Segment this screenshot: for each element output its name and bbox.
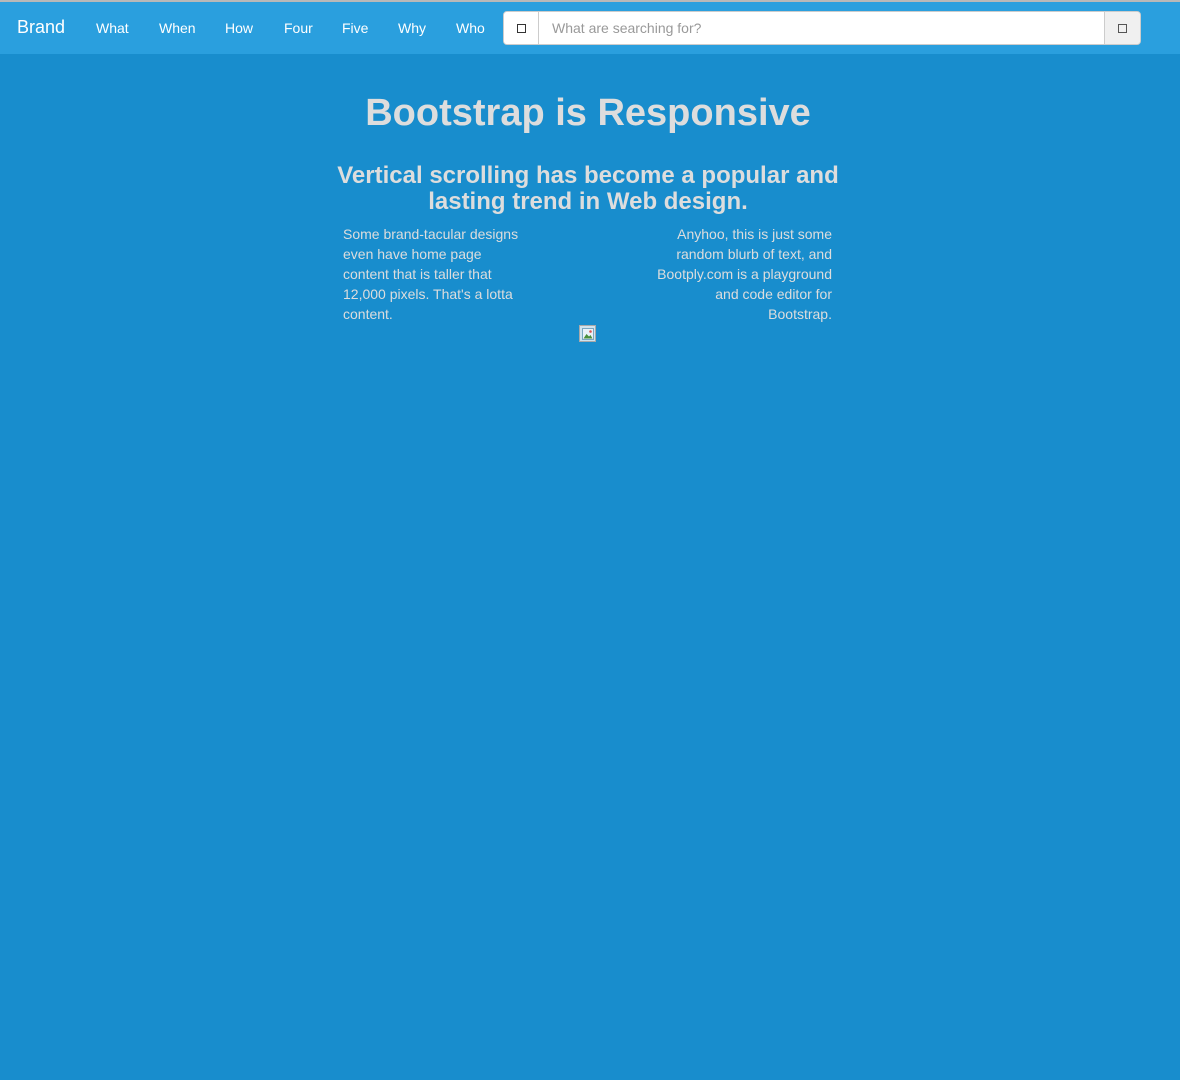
nav-link-four[interactable]: Four	[284, 20, 313, 36]
nav-link-why[interactable]: Why	[398, 20, 426, 36]
navbar: Brand What When How Four Five Why Who	[0, 2, 1180, 54]
page-title: Bootstrap is Responsive	[365, 92, 811, 134]
square-icon	[517, 24, 526, 33]
search-input[interactable]	[540, 12, 1104, 44]
right-blurb: Anyhoo, this is just some random blurb o…	[657, 226, 832, 322]
search-group	[503, 11, 1141, 45]
nav-link-five[interactable]: Five	[342, 20, 368, 36]
broken-image-icon	[579, 325, 596, 342]
nav-link-when[interactable]: When	[159, 20, 196, 36]
square-icon	[1118, 24, 1127, 33]
nav-link-who[interactable]: Who	[456, 20, 485, 36]
nav-link-what[interactable]: What	[96, 20, 129, 36]
nav-link-how[interactable]: How	[225, 20, 253, 36]
search-button[interactable]	[1104, 12, 1140, 44]
search-addon	[504, 12, 539, 44]
brand-link[interactable]: Brand	[17, 17, 65, 37]
page-subtitle: Vertical scrolling has become a popular …	[337, 162, 839, 215]
left-blurb: Some brand-tacular designs even have hom…	[343, 226, 519, 322]
